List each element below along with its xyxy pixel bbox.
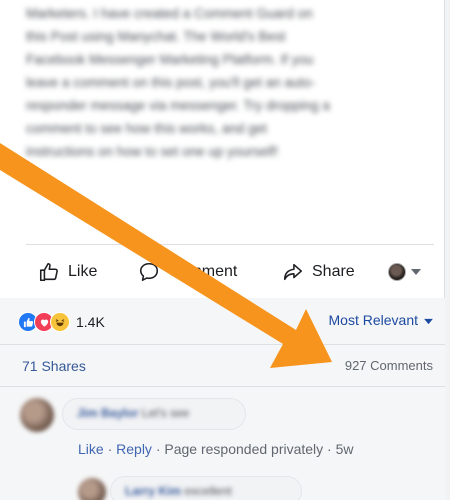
post-card: Marketers. I have created a Comment Guar… (0, 0, 445, 500)
post-text-line: this Post using Manychat. The World's Be… (26, 29, 286, 44)
comment-text: Jim Baylor Let's see (77, 406, 189, 420)
like-label: Like (68, 263, 98, 280)
reactions-summary[interactable]: 1.4K (18, 312, 105, 332)
post-text-line: leave a comment on this post, you'll get… (26, 75, 316, 90)
divider (0, 344, 445, 345)
comment-button[interactable]: Comment (138, 252, 237, 292)
post-text-line: Marketers. I have created a Comment Guar… (26, 6, 313, 21)
divider (0, 386, 445, 387)
share-label: Share (312, 263, 355, 280)
comment-sort-dropdown[interactable]: Most Relevant (329, 312, 433, 328)
caret-down-icon (424, 312, 433, 328)
avatar[interactable] (78, 478, 106, 500)
share-button[interactable]: Share (282, 252, 355, 292)
post-text-line: Facebook Messenger Marketing Platform. I… (26, 52, 314, 67)
comment-author[interactable]: Jim Baylor (77, 406, 138, 420)
separator: · (323, 441, 336, 457)
avatar (388, 263, 406, 281)
sort-label: Most Relevant (328, 312, 418, 328)
reply-body: excellent (184, 484, 232, 498)
shares-count[interactable]: 71 Shares (22, 358, 86, 374)
page-responded-status: Page responded privately (164, 441, 324, 457)
comment-actions: Like · Reply · Page responded privately … (78, 441, 354, 457)
haha-reaction-icon (50, 312, 70, 332)
comment-reply-link[interactable]: Reply (116, 441, 152, 457)
comments-count[interactable]: 927 Comments (345, 358, 433, 373)
divider (26, 244, 434, 245)
caret-down-icon (411, 268, 421, 276)
avatar[interactable] (20, 398, 54, 432)
post-text-line: comment to see how this works, and get (26, 121, 267, 136)
comment-bubble-icon (138, 261, 160, 283)
comment-timestamp[interactable]: 5w (336, 441, 354, 457)
post-text-line: instructions on how to set one up yourse… (26, 144, 279, 159)
reply-text: Larry Kim excellent (125, 484, 232, 498)
thumbs-up-icon (38, 261, 60, 283)
reply-bubble: Larry Kim excellent (110, 476, 302, 500)
comment-body: Let's see (141, 406, 190, 420)
post-text: Marketers. I have created a Comment Guar… (26, 2, 436, 163)
post-text-line: responder message via messenger. Try dro… (26, 98, 330, 113)
action-bar: Like Comment Share (0, 252, 445, 292)
like-button[interactable]: Like (38, 252, 97, 292)
separator: · (151, 441, 165, 457)
comment-label: Comment (168, 263, 238, 280)
separator: · (103, 441, 117, 457)
react-as-selector[interactable] (388, 252, 421, 292)
reply-author[interactable]: Larry Kim (125, 484, 181, 498)
reaction-count: 1.4K (76, 314, 105, 330)
comment-like-link[interactable]: Like (78, 441, 104, 457)
share-arrow-icon (282, 261, 304, 283)
comment-bubble: Jim Baylor Let's see (62, 398, 246, 430)
